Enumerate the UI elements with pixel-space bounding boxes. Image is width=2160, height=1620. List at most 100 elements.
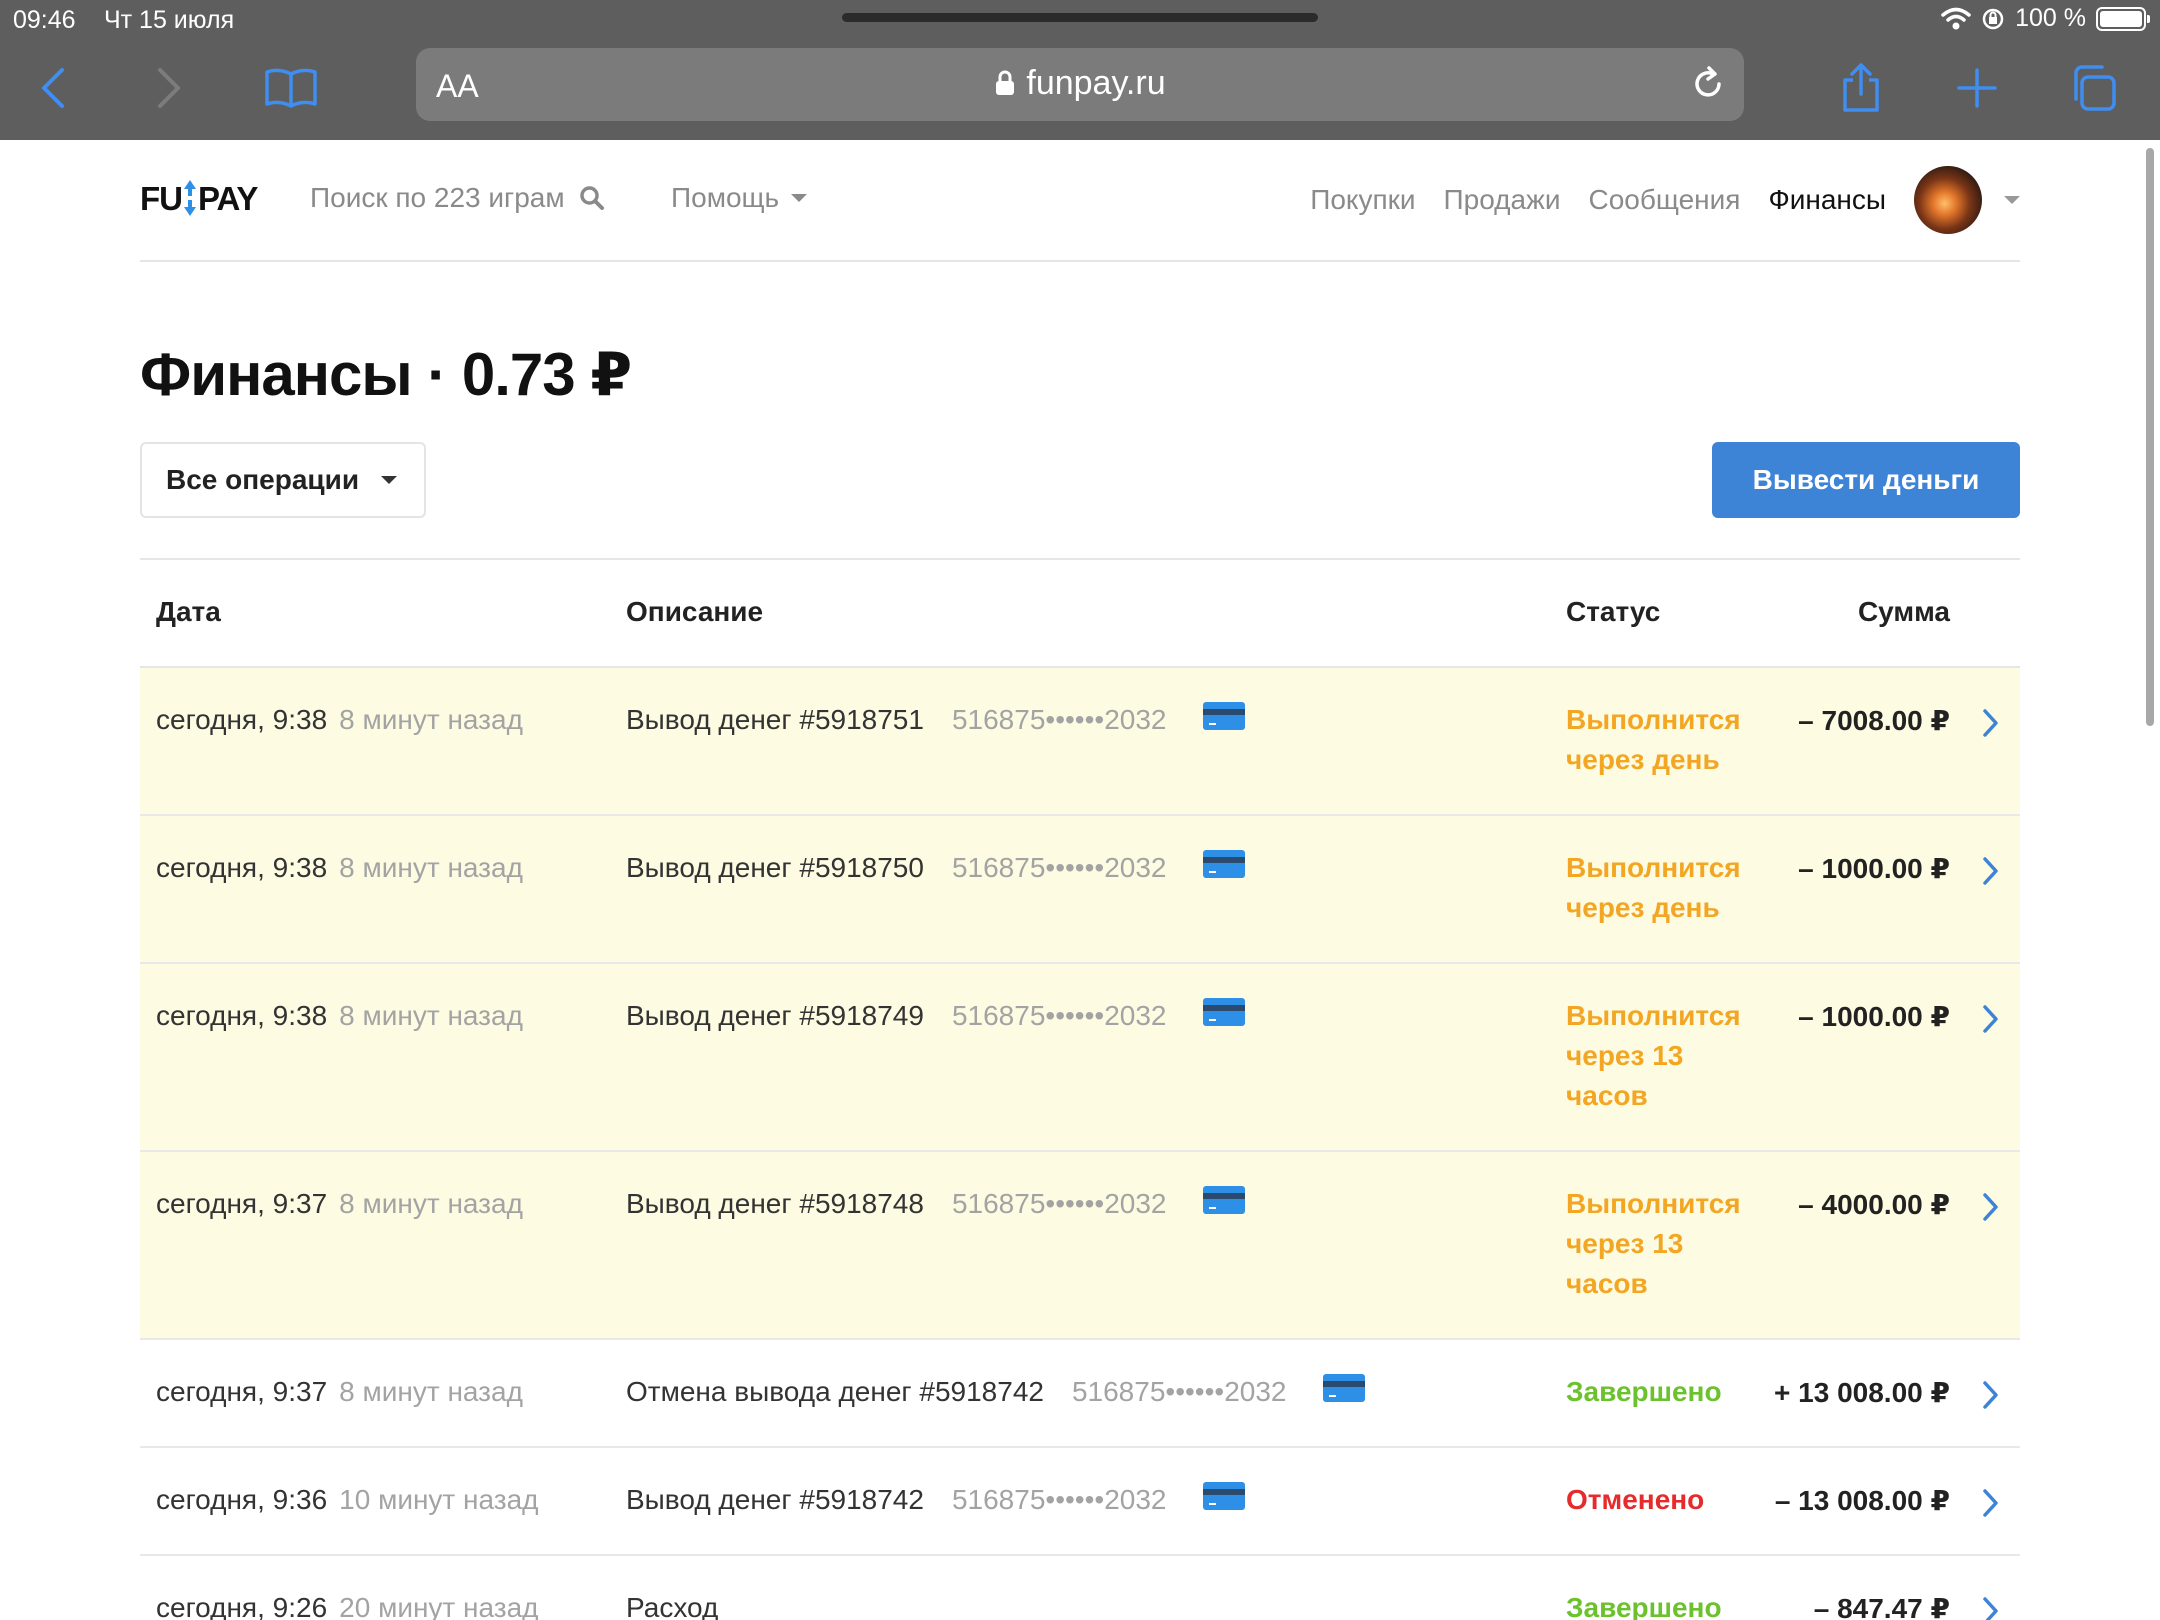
row-description-text: Вывод денег #5918748 xyxy=(626,1188,924,1219)
user-menu-chevron-down-icon[interactable] xyxy=(2004,196,2020,204)
logo-text-left: FU xyxy=(140,180,183,217)
row-description: Отмена вывода денег #5918742 516875••••••… xyxy=(626,1374,1365,1408)
search-label: Поиск по 223 играм xyxy=(310,182,565,213)
credit-card-icon xyxy=(1202,1482,1245,1510)
row-date-value: сегодня, 9:37 xyxy=(156,1376,328,1407)
header-description: Описание xyxy=(626,596,764,627)
row-relative-time: 10 минут назад xyxy=(339,1484,539,1515)
table-row[interactable]: сегодня, 9:38 8 минут назад Вывод денег #5… xyxy=(140,816,2020,964)
chevron-right-icon[interactable] xyxy=(1982,1596,2000,1620)
tabs-overview-button[interactable] xyxy=(2058,58,2128,118)
forward-button[interactable] xyxy=(134,58,204,118)
nav-sales[interactable]: Продажи xyxy=(1444,184,1561,216)
new-tab-button[interactable] xyxy=(1942,58,2012,118)
row-date: сегодня, 9:26 20 минут назад xyxy=(156,1592,539,1620)
browser-toolbar: AA funpay.ru xyxy=(0,40,2160,140)
chevron-right-icon[interactable] xyxy=(1982,1004,2000,1034)
funpay-logo[interactable]: FU PAY xyxy=(140,180,258,218)
row-description: Вывод денег #5918749 516875••••••2032 xyxy=(626,998,1245,1032)
nav-purchases[interactable]: Покупки xyxy=(1310,184,1415,216)
credit-card-icon xyxy=(1202,702,1245,730)
row-amount: – 13 008.00 ₽ xyxy=(1774,1485,1950,1516)
account-nav: Покупки Продажи Сообщения Финансы xyxy=(1282,166,2020,234)
address-bar[interactable]: AA funpay.ru xyxy=(416,48,1744,121)
withdraw-money-button[interactable]: Вывести деньги xyxy=(1712,442,2020,518)
table-row[interactable]: сегодня, 9:37 8 минут назад Отмена вывода … xyxy=(140,1340,2020,1448)
credit-card-icon xyxy=(1202,1186,1245,1214)
table-row[interactable]: сегодня, 9:26 20 минут назад Расход Заверше… xyxy=(140,1556,2020,1620)
search-icon xyxy=(579,186,604,210)
row-amount: – 1000.00 ₽ xyxy=(1798,1001,1950,1032)
chevron-left-icon xyxy=(42,68,64,108)
credit-card-icon xyxy=(1322,1374,1365,1402)
chevron-right-icon[interactable] xyxy=(1982,1380,2000,1410)
table-row[interactable]: сегодня, 9:37 8 минут назад Вывод денег #5… xyxy=(140,1152,2020,1340)
row-description: Вывод денег #5918742 516875••••••2032 xyxy=(626,1482,1245,1516)
transactions-table: Дата Описание Статус Сумма сегодня, 9:38… xyxy=(140,558,2020,1620)
table-row[interactable]: сегодня, 9:38 8 минут назад Вывод денег #5… xyxy=(140,668,2020,816)
chevron-right-icon[interactable] xyxy=(1982,1488,2000,1518)
masked-card-number: 516875••••••2032 xyxy=(951,1000,1167,1031)
row-amount: – 4000.00 ₽ xyxy=(1798,1189,1950,1220)
operations-filter-dropdown[interactable]: Все операции xyxy=(140,442,426,518)
row-relative-time: 8 минут назад xyxy=(339,704,523,735)
reload-button[interactable] xyxy=(1688,64,1728,109)
device-status-bar: 09:46 Чт 15 июля 100 % xyxy=(0,0,2160,40)
row-amount: – 7008.00 ₽ xyxy=(1798,705,1950,736)
nav-finances[interactable]: Финансы xyxy=(1768,184,1886,216)
chevron-right-icon[interactable] xyxy=(1982,1192,2000,1222)
row-relative-time: 8 минут назад xyxy=(339,1000,523,1031)
status-right-group: 100 % xyxy=(1941,4,2150,33)
multitasking-grabber[interactable] xyxy=(842,13,1318,22)
chevron-right-icon[interactable] xyxy=(1982,708,2000,738)
orientation-lock-icon xyxy=(1982,8,2004,29)
filter-selected-value: Все операции xyxy=(166,464,360,495)
row-description-text: Отмена вывода денег #5918742 xyxy=(626,1376,1044,1407)
back-button[interactable] xyxy=(18,58,88,118)
row-description: Вывод денег #5918750 516875••••••2032 xyxy=(626,850,1245,884)
row-relative-time: 8 минут назад xyxy=(339,1188,523,1219)
table-row[interactable]: сегодня, 9:36 10 минут назад Вывод денег #… xyxy=(140,1448,2020,1556)
nav-messages[interactable]: Сообщения xyxy=(1588,184,1740,216)
share-icon xyxy=(1843,63,1879,112)
row-description-text: Вывод денег #5918749 xyxy=(626,1000,924,1031)
share-button[interactable] xyxy=(1826,58,1896,118)
table-header: Дата Описание Статус Сумма xyxy=(140,560,2020,668)
row-date-value: сегодня, 9:26 xyxy=(156,1592,328,1620)
page-scroll-indicator[interactable] xyxy=(2146,148,2154,726)
table-row[interactable]: сегодня, 9:38 8 минут назад Вывод денег #5… xyxy=(140,964,2020,1152)
site-header: FU PAY Поиск по 223 играм Помощь Покупки … xyxy=(140,140,2020,262)
row-description: Вывод денег #5918748 516875••••••2032 xyxy=(626,1186,1245,1220)
header-date: Дата xyxy=(156,596,221,627)
row-relative-time: 20 минут назад xyxy=(339,1592,539,1620)
row-status: Выполнится через день xyxy=(1566,704,1741,775)
row-status: Выполнится через день xyxy=(1566,852,1741,923)
row-description: Расход xyxy=(626,1592,718,1620)
row-description-text: Расход xyxy=(626,1592,719,1620)
battery-percentage: 100 % xyxy=(2015,4,2086,32)
user-avatar[interactable] xyxy=(1914,166,1982,234)
row-date: сегодня, 9:38 8 минут назад xyxy=(156,852,523,884)
game-search[interactable]: Поиск по 223 играм xyxy=(310,182,605,214)
masked-card-number: 516875••••••2032 xyxy=(951,852,1167,883)
row-date: сегодня, 9:37 8 минут назад xyxy=(156,1376,523,1408)
help-menu[interactable]: Помощь xyxy=(671,182,808,214)
chevron-right-icon[interactable] xyxy=(1982,856,2000,886)
url-text: funpay.ru xyxy=(1026,64,1166,102)
row-status: Завершено xyxy=(1566,1376,1722,1407)
wifi-icon xyxy=(1941,7,1971,29)
page-title: Финансы · 0.73 ₽ xyxy=(140,341,632,408)
lock-icon xyxy=(996,70,1015,95)
row-description-text: Вывод денег #5918750 xyxy=(626,852,924,883)
row-amount: + 13 008.00 ₽ xyxy=(1774,1377,1950,1408)
chevron-right-icon xyxy=(158,68,180,108)
row-amount: – 1000.00 ₽ xyxy=(1798,853,1950,884)
tabs-icon xyxy=(2074,65,2116,111)
row-date: сегодня, 9:36 10 минут назад xyxy=(156,1484,539,1516)
bookmarks-button[interactable] xyxy=(256,58,326,118)
row-date: сегодня, 9:37 8 минут назад xyxy=(156,1188,523,1220)
site-content: FU PAY Поиск по 223 играм Помощь Покупки … xyxy=(140,140,2020,1620)
row-description-text: Вывод денег #5918742 xyxy=(626,1484,924,1515)
header-status: Статус xyxy=(1566,596,1661,627)
plus-icon xyxy=(1957,68,1997,108)
